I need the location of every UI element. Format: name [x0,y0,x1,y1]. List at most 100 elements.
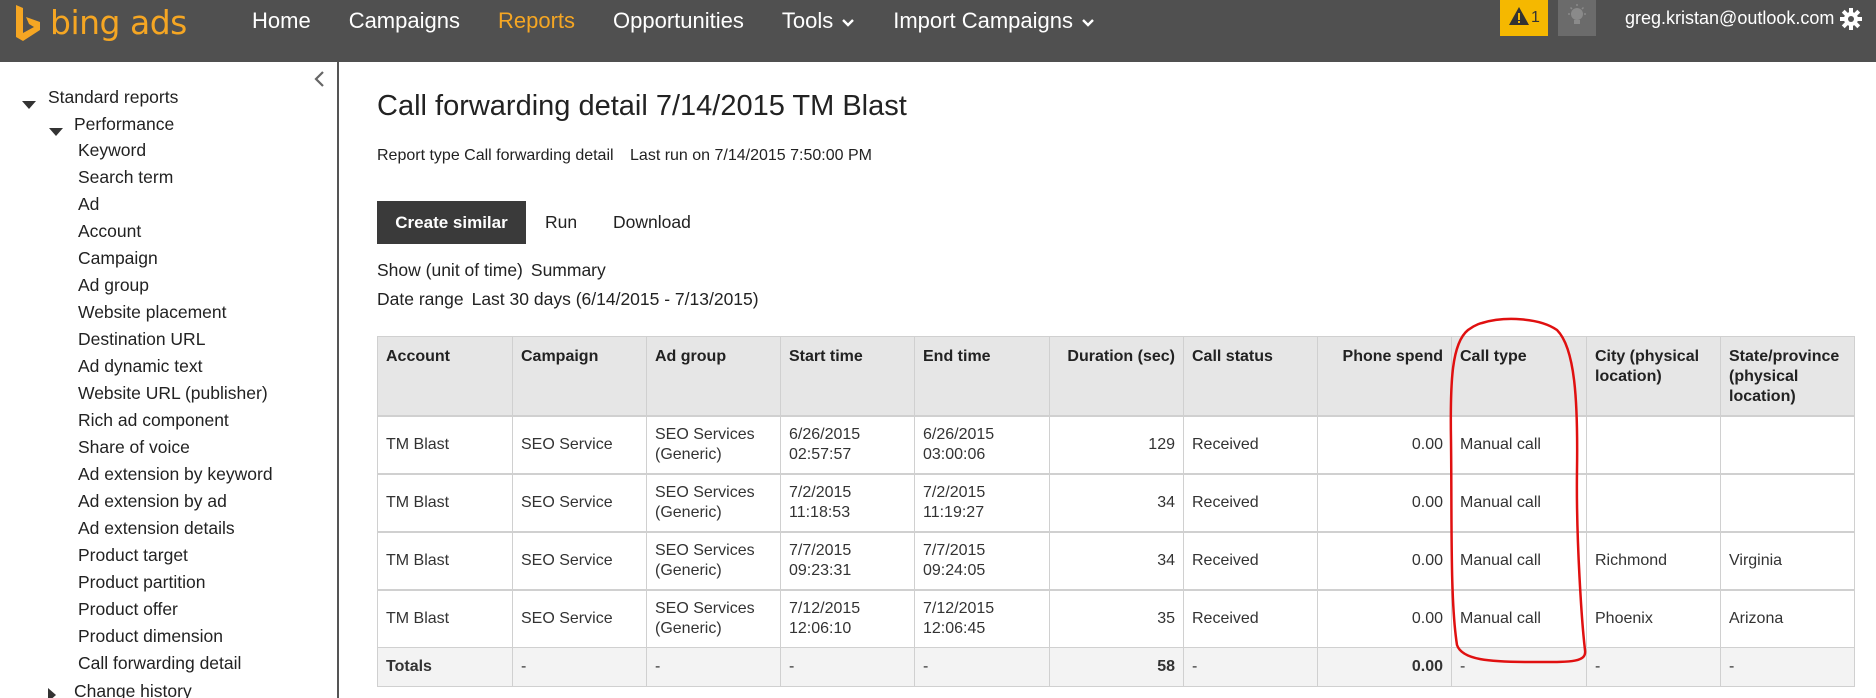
sidebar-item-share-of-voice[interactable]: Share of voice [78,435,190,459]
cell-duration-sec: 35 [1049,588,1184,648]
sidebar-item-website-placement[interactable]: Website placement [78,300,227,324]
sidebar-item-product-dimension[interactable]: Product dimension [78,624,223,648]
sidebar-item-ad[interactable]: Ad [78,192,99,216]
tree-label: Ad extension details [78,518,235,538]
column-header-ad-group[interactable]: Ad group [646,336,781,416]
user-email[interactable]: greg.kristan@outlook.com [1625,8,1834,29]
column-header-phone-spend[interactable]: Phone spend [1317,336,1452,416]
sidebar-item-account[interactable]: Account [78,219,141,243]
sidebar-item-product-target[interactable]: Product target [78,543,188,567]
cell-phone-spend: 0.00 [1317,530,1452,590]
tree-label: Product partition [78,572,206,592]
cell-campaign: SEO Service [512,472,647,532]
cell-ad-group: SEO Services (Generic) [646,472,781,532]
unit-of-time-value: Summary [530,260,606,280]
table-row: TM Blast SEO Service SEO Services (Generic… [377,414,1855,474]
sidebar-item-ad-extension-by-keyword[interactable]: Ad extension by keyword [78,462,273,486]
nav-label: Reports [497,8,576,33]
nav-tools[interactable]: Tools [782,8,855,34]
column-header-state-province-physical-location[interactable]: State/province (physical location) [1720,336,1855,416]
cell-campaign: SEO Service [512,530,647,590]
nav-label: Campaigns [348,8,460,33]
nav-home[interactable]: Home [252,8,311,34]
totals-row: Totals - - - -58-0.00- - - [377,647,1855,687]
sidebar-item-call-forwarding-detail[interactable]: Call forwarding detail [78,651,241,675]
column-header-call-type[interactable]: Call type [1451,336,1587,416]
nav-label: Import Campaigns [893,8,1073,33]
tree-label: Standard reports [48,87,179,107]
column-header-call-status[interactable]: Call status [1183,336,1318,416]
cell-account: TM Blast [377,414,513,474]
sidebar-item-ad-group[interactable]: Ad group [78,273,149,297]
run-button[interactable]: Run [545,201,577,244]
tree-label: Ad extension by ad [78,491,227,511]
column-header-end-time[interactable]: End time [914,336,1050,416]
gear-icon[interactable] [1840,8,1862,35]
triangle-down-icon[interactable] [22,92,36,116]
total-ad-group: - [646,647,781,687]
triangle-down-icon[interactable] [49,119,63,143]
column-header-city-physical-location[interactable]: City (physical location) [1586,336,1721,416]
tree-change-history[interactable]: Change history [47,679,192,698]
nav-import-campaigns[interactable]: Import Campaigns [893,8,1095,34]
column-header-start-time[interactable]: Start time [780,336,915,416]
nav-opportunities[interactable]: Opportunities [613,8,744,34]
sidebar-item-website-url-publisher[interactable]: Website URL (publisher) [78,381,268,405]
tree-label: Product offer [78,599,178,619]
column-header-campaign[interactable]: Campaign [512,336,647,416]
total-call-type: - [1451,647,1587,687]
sidebar-item-destination-url[interactable]: Destination URL [78,327,205,351]
tree-performance[interactable]: Performance [49,112,174,136]
create-similar-button[interactable]: Create similar [377,201,526,244]
column-header-account[interactable]: Account [377,336,513,416]
cell-start-time: 7/7/2015 09:23:31 [780,530,915,590]
sidebar-item-product-offer[interactable]: Product offer [78,597,178,621]
report-meta: Report type Call forwarding detail Last … [377,147,872,165]
cell-call-type: Manual call [1451,588,1587,648]
column-header-duration-sec[interactable]: Duration (sec) [1049,336,1184,416]
cell-phone-spend: 0.00 [1317,472,1452,532]
unit-of-time: Show (unit of time) Summary [377,260,606,281]
cell-end-time: 7/2/2015 11:19:27 [914,472,1050,532]
alerts-button[interactable]: 1 [1500,0,1548,36]
total-end-time: - [914,647,1050,687]
cell-call-status: Received [1183,414,1318,474]
total-start-time: - [780,647,915,687]
nav-campaigns[interactable]: Campaigns [349,8,460,34]
total-phone-spend: 0.00 [1317,647,1452,687]
tree-label: Account [78,221,142,241]
table-header-row: Account Campaign Ad group Start time End tim… [377,336,1855,416]
sidebar-item-search-term[interactable]: Search term [78,165,173,189]
cell-account: TM Blast [377,588,513,648]
triangle-right-icon[interactable] [47,684,57,698]
sidebar-item-rich-ad-component[interactable]: Rich ad component [78,408,229,432]
nav-label: Home [252,8,311,33]
total-call-status: - [1183,647,1318,687]
tree-label: Keyword [78,140,147,160]
cell-account: TM Blast [377,472,513,532]
tree-standard-reports[interactable]: Standard reports [22,85,178,109]
sidebar-item-keyword[interactable]: Keyword [78,138,146,162]
sidebar-item-ad-dynamic-text[interactable]: Ad dynamic text [78,354,203,378]
sidebar-item-ad-extension-by-ad[interactable]: Ad extension by ad [78,489,227,513]
logo-text: bing ads [50,3,187,42]
cell-call-status: Received [1183,588,1318,648]
top-bar: bing ads Home Campaigns Reports Opportuniti… [0,0,1876,62]
tree-label: Ad extension by keyword [78,464,273,484]
cell-state-province-physical-location [1720,472,1855,532]
collapse-sidebar-icon[interactable] [312,70,326,93]
ideas-button[interactable] [1558,0,1596,36]
sidebar-item-product-partition[interactable]: Product partition [78,570,205,594]
nav-reports[interactable]: Reports [498,8,575,34]
date-range-value: Last 30 days (6/14/2015 - 7/13/2015) [471,289,759,309]
cell-end-time: 6/26/2015 03:00:06 [914,414,1050,474]
table-row: TM Blast SEO Service SEO Services (Generic… [377,472,1855,532]
sidebar-item-campaign[interactable]: Campaign [78,246,158,270]
sidebar-item-ad-extension-details[interactable]: Ad extension details [78,516,235,540]
cell-ad-group: SEO Services (Generic) [646,530,781,590]
cell-start-time: 6/26/2015 02:57:57 [780,414,915,474]
report-type: Report type Call forwarding detail [377,147,614,164]
download-button[interactable]: Download [613,201,691,244]
cell-city-physical-location [1586,472,1721,532]
bing-ads-logo[interactable]: bing ads [14,0,187,46]
